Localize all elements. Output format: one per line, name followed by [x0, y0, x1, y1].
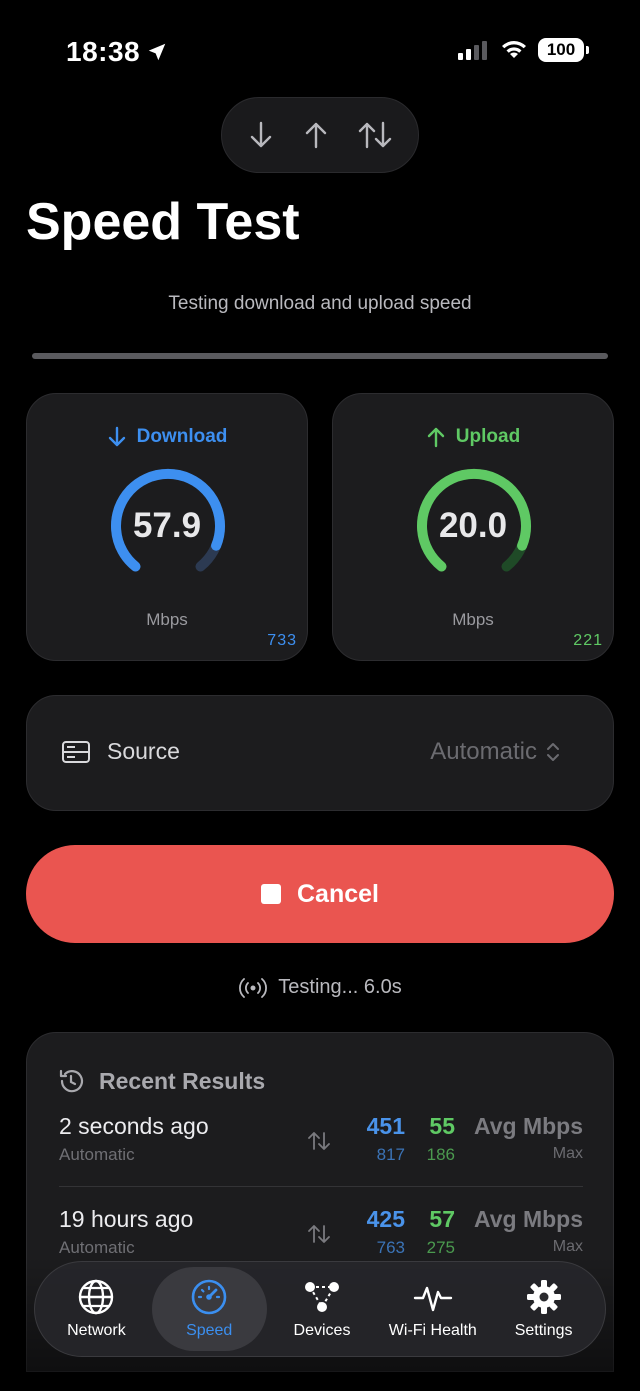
source-label: Source: [107, 738, 180, 764]
cancel-button-label: Cancel: [297, 879, 379, 908]
cancel-button[interactable]: Cancel: [26, 845, 614, 943]
result-row[interactable]: 2 seconds ago Automatic 451 55 Avg Mbps …: [59, 1113, 583, 1193]
download-arrow-icon: [108, 426, 125, 447]
arrows-up-down-icon: [308, 1132, 330, 1150]
divider: [59, 1186, 583, 1187]
arrow-down-icon[interactable]: [247, 120, 275, 150]
test-direction-toggle[interactable]: [221, 97, 419, 173]
download-unit: Mbps: [146, 610, 188, 629]
chevron-up-down-icon: [547, 743, 559, 761]
tab-devices-label: Devices: [293, 1322, 351, 1339]
location-arrow-icon: [148, 43, 166, 61]
tab-bar: Network Speed Devices Wi-Fi Health Setti…: [34, 1261, 606, 1357]
upload-card: Upload 20.0 Mbps 221: [332, 393, 614, 661]
result-avg-download: 425: [366, 1206, 405, 1232]
test-progress-bar: [32, 353, 608, 359]
arrows-up-down-icon[interactable]: [357, 120, 393, 150]
page-title: Speed Test: [26, 193, 300, 251]
stop-icon: [261, 884, 281, 904]
broadcast-icon: [239, 977, 268, 998]
result-max-label: Max: [552, 1145, 583, 1162]
tab-wifi-health[interactable]: Wi-Fi Health: [377, 1267, 488, 1351]
arrows-up-down-icon: [308, 1225, 330, 1243]
recent-results-title: Recent Results: [99, 1067, 266, 1094]
result-source: Automatic: [59, 1145, 135, 1164]
tab-speed[interactable]: Speed: [151, 1267, 267, 1351]
download-value: 57.9: [132, 506, 202, 545]
cellular-signal-icon: [458, 41, 487, 60]
upload-peak: 221: [573, 632, 603, 649]
battery-level: 100: [546, 40, 576, 59]
speedometer-icon: [191, 1279, 227, 1315]
tab-devices[interactable]: Devices: [267, 1267, 378, 1351]
testing-status: Testing... 6.0s: [0, 976, 640, 999]
server-icon: [62, 740, 90, 763]
page-subtitle: Testing download and upload speed: [168, 293, 472, 314]
result-avg-upload: 57: [429, 1206, 455, 1232]
upload-value: 20.0: [438, 506, 508, 545]
result-avg-upload: 55: [429, 1113, 455, 1139]
status-indicators: 100: [458, 38, 589, 62]
tab-wifi-health-label: Wi-Fi Health: [388, 1322, 477, 1339]
status-time-text: 18:38: [66, 36, 141, 67]
result-avg-label: Avg Mbps: [473, 1113, 583, 1139]
result-max-download: 817: [376, 1145, 405, 1164]
battery-indicator: 100: [538, 38, 589, 62]
result-time: 19 hours ago: [59, 1206, 194, 1232]
waveform-icon: [413, 1286, 452, 1312]
tab-network-label: Network: [67, 1322, 126, 1339]
status-time: 18:38: [66, 36, 168, 68]
download-peak: 733: [267, 632, 297, 649]
history-icon: [59, 1069, 84, 1093]
download-card: Download 57.9 Mbps 733: [26, 393, 308, 661]
result-max-upload: 186: [426, 1145, 455, 1164]
arrow-up-icon[interactable]: [302, 120, 330, 150]
upload-label: Upload: [455, 426, 521, 447]
gear-icon: [526, 1280, 561, 1314]
result-max-label: Max: [552, 1238, 583, 1255]
tab-settings-label: Settings: [514, 1322, 573, 1339]
result-time: 2 seconds ago: [59, 1113, 209, 1139]
upload-arrow-icon: [427, 427, 444, 448]
tab-network[interactable]: Network: [41, 1267, 152, 1351]
source-value-picker[interactable]: Automatic: [430, 738, 561, 766]
devices-icon: [304, 1282, 339, 1312]
tab-speed-label: Speed: [186, 1322, 233, 1339]
globe-icon: [79, 1279, 114, 1315]
testing-status-text: Testing... 6.0s: [278, 976, 402, 998]
source-selector[interactable]: Source Automatic: [26, 695, 614, 811]
result-avg-label: Avg Mbps: [473, 1206, 583, 1232]
wifi-icon: [502, 41, 526, 58]
upload-unit: Mbps: [452, 610, 494, 629]
result-avg-download: 451: [366, 1113, 405, 1139]
download-label: Download: [136, 426, 228, 447]
tab-settings[interactable]: Settings: [488, 1267, 599, 1351]
source-value: Automatic: [430, 738, 537, 765]
